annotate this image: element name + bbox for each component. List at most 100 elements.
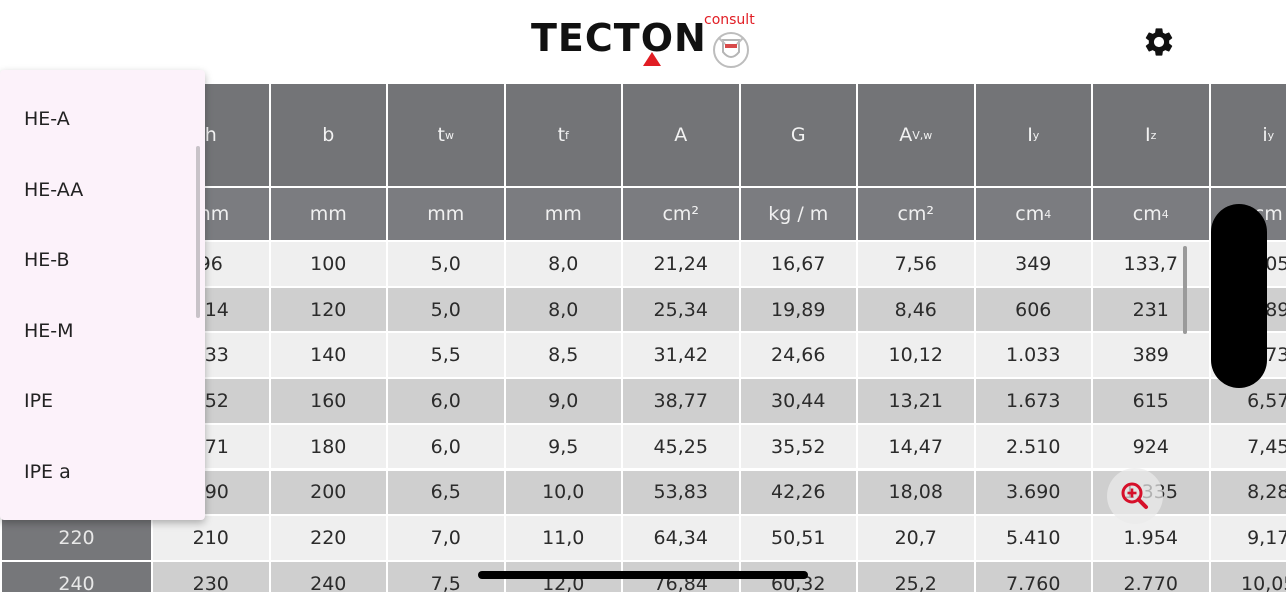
row-label[interactable]: 240 [2,561,151,592]
table-cell: 30,44 [740,379,856,423]
table-cell: 230 [153,561,269,592]
column-header-7[interactable]: Iy [975,84,1091,186]
menu-item[interactable]: HE-A [0,84,205,154]
table-cell: 14,47 [858,424,974,469]
column-subscript: y [1267,128,1275,142]
column-header-3[interactable]: tf [505,84,621,186]
table-cell: 35,52 [740,424,856,469]
menu-item-label: HE-M [24,319,74,342]
table-cell: 140 [270,333,386,378]
table-cell: 45,25 [623,424,739,469]
table-cell: 240 [270,561,386,592]
table-cell: 31,42 [623,333,739,378]
menu-item[interactable]: HE-AA [0,155,205,225]
column-unit-8: cm 4 [1093,188,1209,240]
column-symbol: t [557,124,566,146]
menu-item-label: HE-A [24,108,70,130]
menu-item[interactable]: HE-M [0,296,205,366]
table-scrollbar[interactable] [1183,246,1187,334]
menu-item-label: IPE [24,390,54,413]
table-cell: 50,51 [740,516,856,560]
table-cell: 231 [1093,287,1209,332]
coat-of-arms-icon [713,32,749,68]
table-cell: 1.033 [975,333,1091,378]
logo-wordmark: TECTON [531,16,707,60]
table-cell: 18,08 [858,470,974,515]
menu-scrollbar[interactable] [196,146,200,318]
table-cell: 25,2 [858,561,974,592]
column-unit-2: mm [388,188,504,240]
table-cell: 120 [270,287,386,332]
column-unit-7: cm 4 [975,188,1091,240]
table-cell: 606 [975,287,1091,332]
column-header-9[interactable]: iy [1210,84,1286,186]
menu-item[interactable]: IPE [0,366,205,436]
unit-label: cm² [897,203,935,225]
table-cell: 42,26 [740,470,856,515]
unit-label: kg / m [768,203,829,225]
row-label[interactable]: 220 [2,516,151,560]
home-indicator[interactable] [478,571,808,579]
table-cell: 7,45 [1210,424,1286,469]
table-cell: 7.760 [975,561,1091,592]
tecton-logo: TECTON consult [531,12,761,70]
table-cell: 21,24 [623,242,739,286]
column-subscript: f [565,128,569,142]
column-header-5[interactable]: G [740,84,856,186]
table-cell: 3.690 [975,470,1091,515]
table-cell: 9,5 [505,424,621,469]
table-cell: 100 [270,242,386,286]
table-cell: 9,17 [1210,516,1286,560]
table-cell: 924 [1093,424,1209,469]
column-subscript: V,w [912,128,933,142]
table-cell: 349 [975,242,1091,286]
table-cell: 16,67 [740,242,856,286]
column-unit-5: kg / m [740,188,856,240]
table-cell: 64,34 [623,516,739,560]
table-cell: 19,89 [740,287,856,332]
table-cell: 5,5 [388,333,504,378]
logo-triangle-icon [643,52,661,66]
table-cell: 6,5 [388,470,504,515]
table-cell: 1.954 [1093,516,1209,560]
table-cell: 13,21 [858,379,974,423]
table-cell: 7,0 [388,516,504,560]
menu-item[interactable]: HE-B [0,225,205,295]
table-cell: 24,66 [740,333,856,378]
column-unit-1: mm [270,188,386,240]
unit-exponent: 4 [1044,207,1052,221]
table-cell: 20,7 [858,516,974,560]
table-cell: 133,7 [1093,242,1209,286]
column-header-2[interactable]: tw [388,84,504,186]
table-cell: 200 [270,470,386,515]
column-header-8[interactable]: Iz [1093,84,1209,186]
unit-label: mm [309,203,347,225]
column-header-4[interactable]: A [623,84,739,186]
column-symbol: b [322,124,335,146]
table-cell: 8,0 [505,287,621,332]
column-header-1[interactable]: b [270,84,386,186]
table-cell: 10,12 [858,333,974,378]
column-symbol: G [790,124,806,146]
table-cell: 8,5 [505,333,621,378]
zoom-in-button[interactable] [1107,468,1163,524]
table-cell: 2.510 [975,424,1091,469]
menu-item[interactable]: IPE a [0,437,205,507]
table-cell: 5,0 [388,287,504,332]
settings-gear-icon[interactable] [1142,25,1176,59]
column-symbol: A [674,124,688,146]
table-cell: 9,0 [505,379,621,423]
column-header-6[interactable]: A V,w [858,84,974,186]
table-cell: 5.410 [975,516,1091,560]
table-cell: 5,0 [388,242,504,286]
column-symbol: t [437,124,445,146]
app-screen: TECTON consult h mm b mm t w mm t f mm Acm² Gkg / m… [0,0,1286,592]
table-cell: 53,83 [623,470,739,515]
table-cell: 10,0 [505,470,621,515]
unit-exponent: 4 [1161,207,1169,221]
column-symbol: A [899,124,913,146]
side-handle[interactable] [1211,204,1267,388]
table-cell: 8,0 [505,242,621,286]
table-cell: 6,0 [388,424,504,469]
table-cell: 8,28 [1210,470,1286,515]
